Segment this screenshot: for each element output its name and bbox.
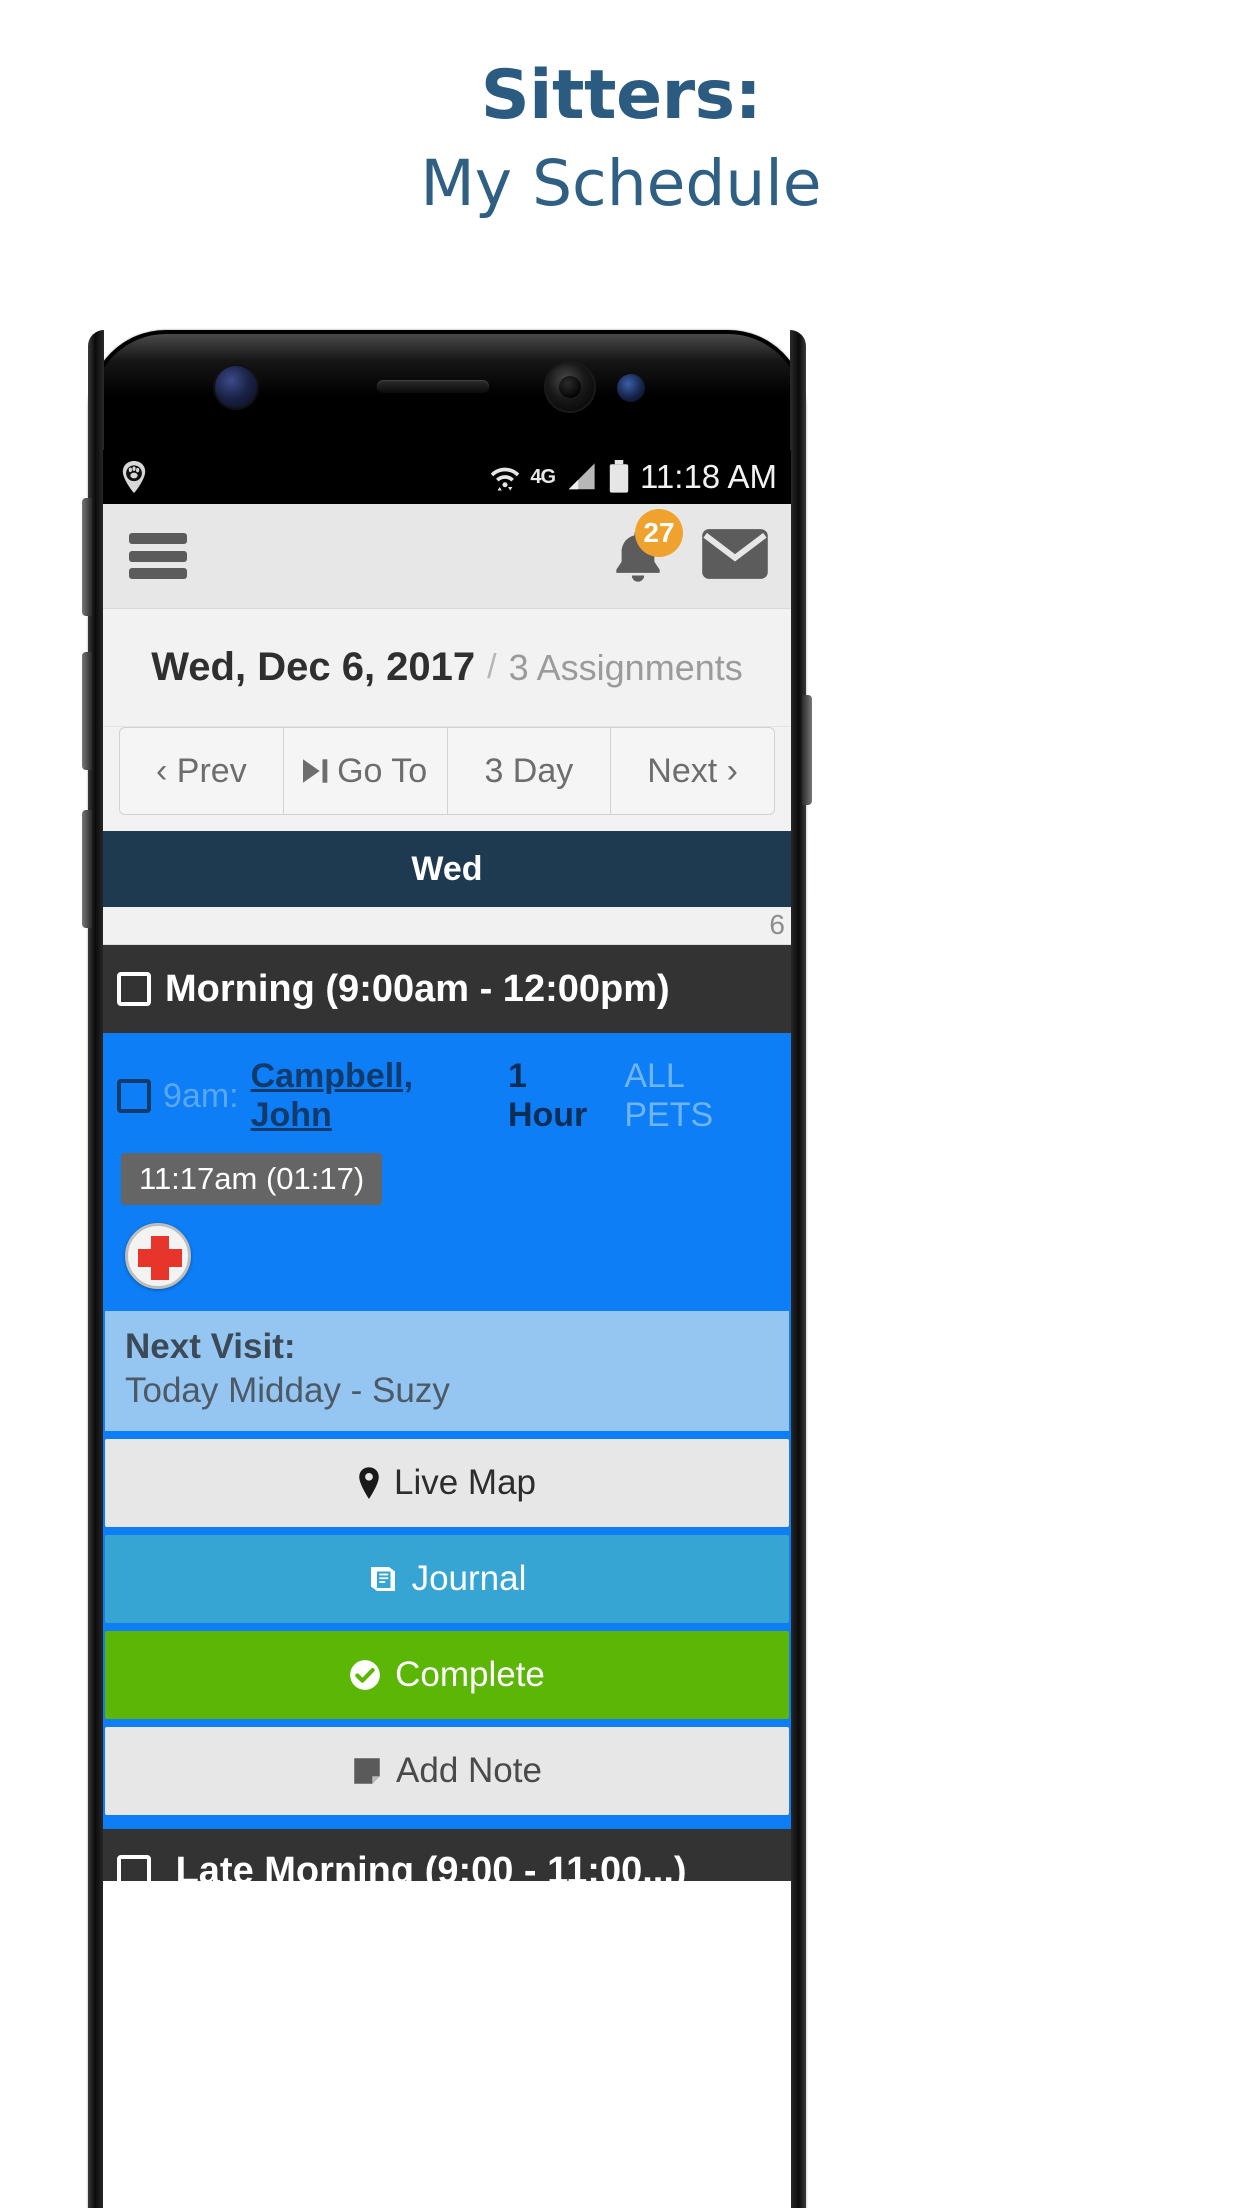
next-button[interactable]: Next › [610, 727, 775, 815]
volume-up-button[interactable] [82, 498, 92, 616]
notification-count-badge: 27 [635, 509, 683, 557]
medical-cross-icon[interactable] [125, 1223, 191, 1289]
date-navigation-toolbar: ‹ Prev Go To 3 Day Next › [103, 727, 791, 831]
page-root: Sitters: My Schedule 4G 11:18 AM 27 Wed,… [0, 0, 1242, 2208]
day-column-label: Wed [411, 849, 483, 888]
next-visit-panel: Next Visit: Today Midday - Suzy [105, 1311, 789, 1431]
volume-down-button[interactable] [82, 652, 92, 770]
envelope-icon [702, 528, 768, 579]
day-number-row: 6 [103, 907, 791, 945]
messages-button[interactable] [701, 528, 769, 585]
day-number-label: 6 [769, 909, 785, 940]
date-header: Wed, Dec 6, 2017 / 3 Assignments [103, 609, 791, 727]
page-subtitle: My Schedule [420, 147, 822, 220]
earpiece-speaker [377, 380, 489, 393]
phone-device-frame: 4G 11:18 AM 27 Wed, Dec 6, 2017 / 3 Assi… [82, 330, 812, 2208]
status-bar-left [121, 461, 147, 493]
live-map-button[interactable]: Live Map [105, 1439, 789, 1527]
next-period-checkbox[interactable] [117, 1855, 151, 1881]
complete-label: Complete [395, 1655, 545, 1694]
date-separator: / [487, 648, 497, 686]
next-visit-title: Next Visit: [125, 1327, 296, 1366]
current-date-label: Wed, Dec 6, 2017 [151, 645, 476, 689]
appointment-timestamp-row: 11:17am (01:17) [103, 1145, 791, 1205]
live-map-label: Live Map [393, 1463, 537, 1502]
add-note-button[interactable]: Add Note [105, 1727, 789, 1815]
proximity-sensor-icon [617, 374, 645, 402]
appointment-time: 9am: [163, 1076, 239, 1115]
phone-right-edge [790, 330, 806, 2208]
goto-button-label: Go To [337, 751, 428, 790]
skip-to-icon [303, 757, 329, 785]
three-day-button[interactable]: 3 Day [446, 727, 612, 815]
page-title: Sitters: [480, 56, 762, 135]
network-type-label: 4G [530, 465, 556, 488]
hamburger-menu-icon[interactable] [129, 533, 187, 579]
journal-button[interactable]: Journal [105, 1535, 789, 1623]
period-label: Morning (9:00am - 12:00pm) [165, 967, 670, 1010]
front-camera-icon [546, 363, 594, 411]
hamburger-line-3 [129, 568, 187, 579]
app-header-actions: 27 [609, 509, 769, 587]
next-period-inner: Late Morning (9:00 - 11:00...) [117, 1849, 687, 1882]
next-button-label: Next › [647, 751, 738, 790]
appointment-actions: Live Map Journal Complete Add Note [103, 1431, 791, 1815]
battery-icon [607, 460, 631, 494]
period-header-morning[interactable]: Morning (9:00am - 12:00pm) [103, 945, 791, 1033]
hamburger-line-1 [129, 533, 187, 544]
journal-book-icon [368, 1564, 398, 1594]
notifications-button[interactable]: 27 [609, 509, 683, 587]
prev-button[interactable]: ‹ Prev [119, 727, 284, 815]
appointment-client-link[interactable]: Campbell, John [251, 1057, 496, 1135]
appointment-duration: 1 Hour [507, 1057, 588, 1134]
appointment-timestamp-badge: 11:17am (01:17) [121, 1153, 383, 1205]
status-bar-right: 4G 11:18 AM [489, 458, 777, 496]
period-checkbox[interactable] [117, 972, 151, 1006]
three-day-button-label: 3 Day [484, 751, 574, 790]
wifi-icon [489, 461, 521, 493]
hamburger-line-2 [129, 550, 187, 562]
assistant-button[interactable] [82, 810, 92, 928]
status-bar: 4G 11:18 AM [103, 450, 791, 504]
next-visit-value: Today Midday - Suzy [125, 1371, 450, 1410]
goto-button[interactable]: Go To [282, 727, 448, 815]
appointment-checkbox[interactable] [117, 1079, 151, 1113]
prev-button-label: ‹ Prev [156, 751, 247, 790]
phone-sensor-row [88, 330, 806, 460]
note-icon [352, 1756, 382, 1786]
paw-pin-icon [121, 461, 147, 493]
appointment-title-row: 9am: Campbell, John 1 Hour ALL PETS [103, 1033, 791, 1145]
next-period-label: Late Morning (9:00 - 11:00...) [175, 1849, 687, 1882]
signal-bars-icon [564, 462, 598, 492]
journal-label: Journal [411, 1559, 527, 1598]
add-note-label: Add Note [396, 1751, 542, 1790]
assignment-count-label: 3 Assignments [508, 646, 743, 688]
appointment-card[interactable]: 9am: Campbell, John 1 Hour ALL PETS 11:1… [103, 1033, 791, 1829]
power-button[interactable] [802, 695, 812, 805]
complete-button[interactable]: Complete [105, 1631, 789, 1719]
app-header-bar: 27 [103, 504, 791, 609]
phone-screen: 4G 11:18 AM 27 Wed, Dec 6, 2017 / 3 Assi… [103, 450, 791, 2208]
period-header-late-morning[interactable]: Late Morning (9:00 - 11:00...) [103, 1829, 791, 1881]
map-pin-icon [358, 1467, 380, 1499]
status-bar-clock: 11:18 AM [640, 458, 777, 495]
check-circle-icon [349, 1659, 381, 1691]
appointment-alert-row [103, 1205, 791, 1303]
appointment-pets: ALL PETS [624, 1057, 714, 1134]
iris-scanner-icon [215, 366, 257, 408]
page-heading: Sitters: My Schedule [0, 0, 1242, 220]
day-column-header: Wed [103, 831, 791, 907]
